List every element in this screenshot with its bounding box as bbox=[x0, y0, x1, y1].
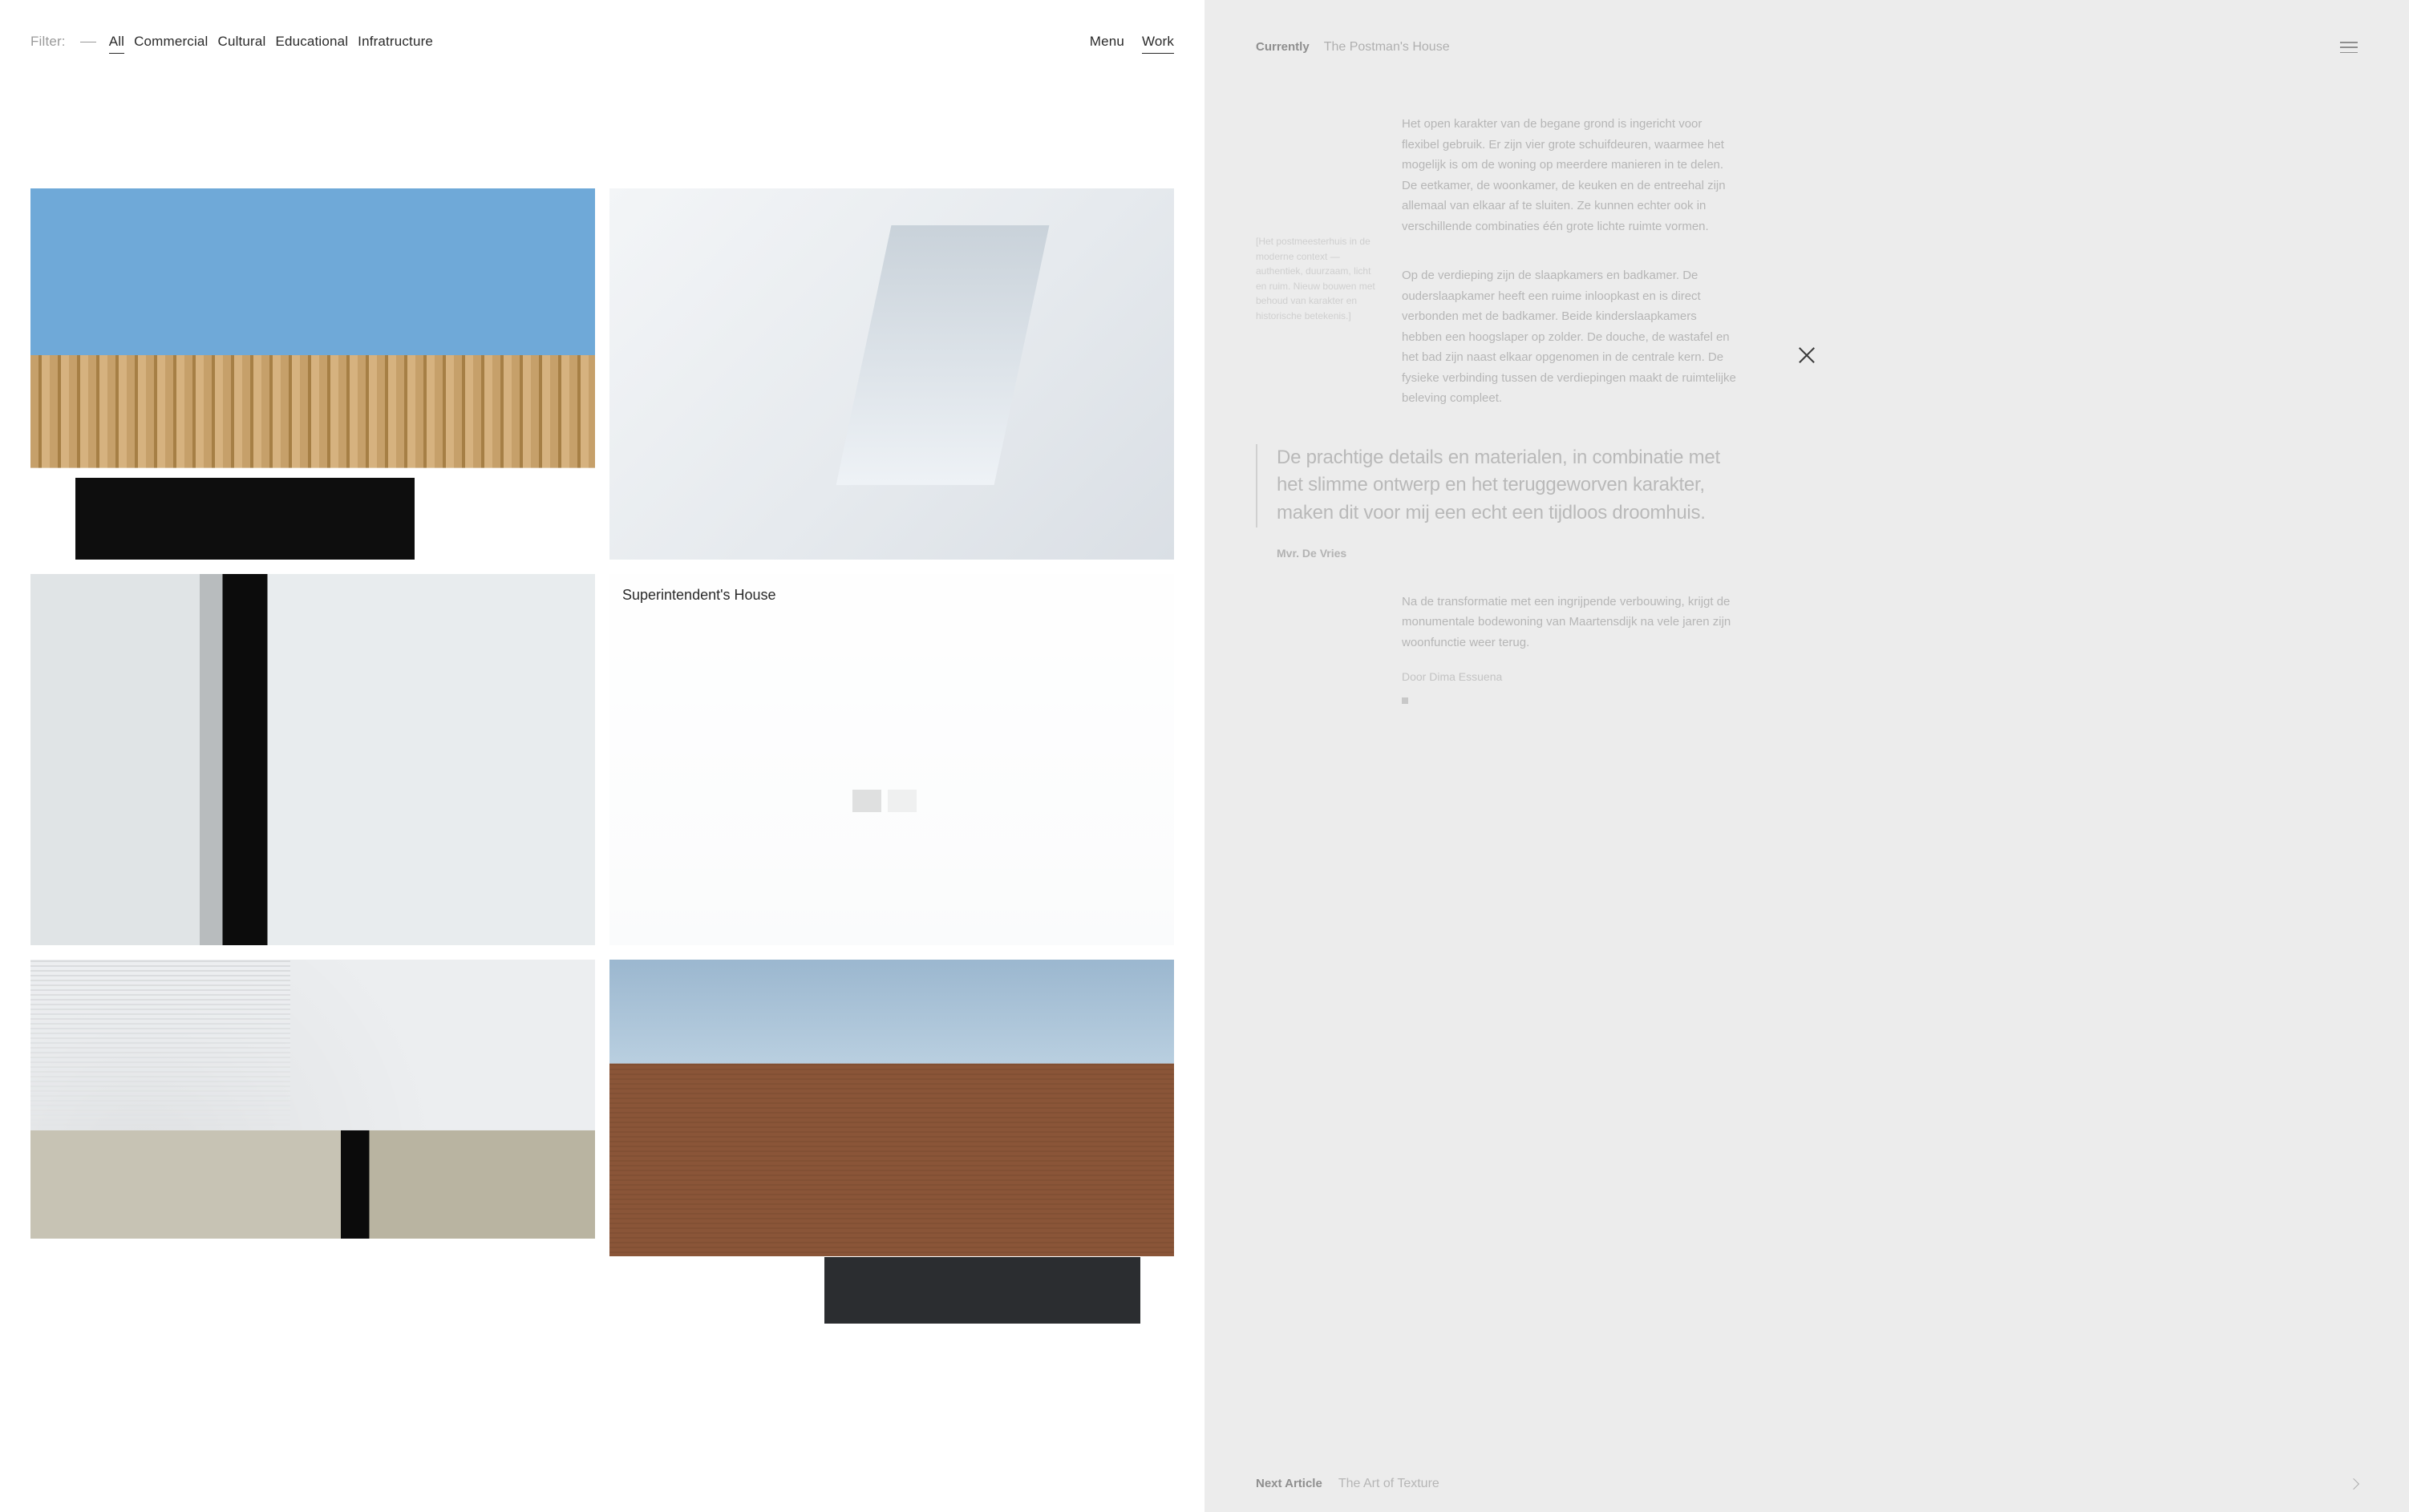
article-paragraphs-after-quote: Na de transformatie met een ingrijpende … bbox=[1256, 592, 2358, 653]
article-margin-note: [Het postmeesterhuis in de moderne conte… bbox=[1256, 234, 1384, 438]
project-card[interactable] bbox=[609, 960, 1174, 1331]
project-caption: Superintendent's House bbox=[622, 587, 776, 604]
filter-bar: Filter: All Commercial Cultural Educatio… bbox=[30, 34, 433, 54]
article-body-columns: [Het postmeesterhuis in de moderne conte… bbox=[1256, 114, 2358, 438]
work-gallery-pane: Filter: All Commercial Cultural Educatio… bbox=[0, 0, 1204, 1512]
end-mark-icon bbox=[1402, 697, 1408, 704]
next-article-title: The Art of Texture bbox=[1338, 1477, 1439, 1491]
nav-work[interactable]: Work bbox=[1142, 34, 1174, 54]
currently-label: Currently bbox=[1256, 40, 1310, 54]
filter-label: Filter: bbox=[30, 34, 66, 50]
project-card[interactable] bbox=[609, 188, 1174, 560]
filter-tab-all[interactable]: All bbox=[109, 34, 124, 54]
article-header-left: Currently The Postman's House bbox=[1256, 40, 1450, 55]
next-article-label: Next Article bbox=[1256, 1477, 1322, 1490]
nav-menu[interactable]: Menu bbox=[1090, 34, 1124, 50]
article-paragraph: Het open karakter van de begane grond is… bbox=[1402, 114, 1739, 237]
article-header: Currently The Postman's House bbox=[1256, 40, 2358, 55]
project-card[interactable] bbox=[30, 574, 595, 945]
filter-tab-infrastructure[interactable]: Infratructure bbox=[358, 34, 433, 50]
article-overlay-pane: Currently The Postman's House [Het postm… bbox=[1204, 0, 2409, 1512]
primary-nav: Menu Work bbox=[1090, 34, 1174, 54]
pullquote-attribution: Mvr. De Vries bbox=[1277, 547, 2358, 560]
article-content: Currently The Postman's House [Het postm… bbox=[1204, 0, 2409, 1512]
chevron-right-icon[interactable] bbox=[2348, 1478, 2359, 1490]
project-card[interactable] bbox=[30, 188, 595, 560]
hamburger-icon[interactable] bbox=[2340, 42, 2358, 53]
close-icon[interactable] bbox=[1796, 345, 1817, 366]
project-card-superintendents-house[interactable]: Superintendent's House bbox=[609, 574, 1174, 945]
pullquote: De prachtige details en materialen, in c… bbox=[1256, 444, 1729, 528]
article-title: The Postman's House bbox=[1324, 40, 1450, 55]
projects-grid: Superintendent's House bbox=[30, 188, 1174, 1331]
filter-tab-commercial[interactable]: Commercial bbox=[134, 34, 208, 50]
article-paragraphs: Het open karakter van de begane grond is… bbox=[1402, 114, 2358, 438]
project-card[interactable] bbox=[30, 960, 595, 1331]
article-byline: Door Dima Essuena bbox=[1402, 670, 2358, 683]
article-paragraph: Op de verdieping zijn de slaapkamers en … bbox=[1402, 265, 1739, 409]
filter-tab-cultural[interactable]: Cultural bbox=[218, 34, 266, 50]
next-article-bar[interactable]: Next Article The Art of Texture bbox=[1256, 1477, 2358, 1491]
left-header: Filter: All Commercial Cultural Educatio… bbox=[30, 34, 1174, 54]
filter-tab-educational[interactable]: Educational bbox=[275, 34, 348, 50]
next-article-left: Next Article The Art of Texture bbox=[1256, 1477, 1439, 1491]
article-paragraph: Na de transformatie met een ingrijpende … bbox=[1402, 592, 1739, 653]
